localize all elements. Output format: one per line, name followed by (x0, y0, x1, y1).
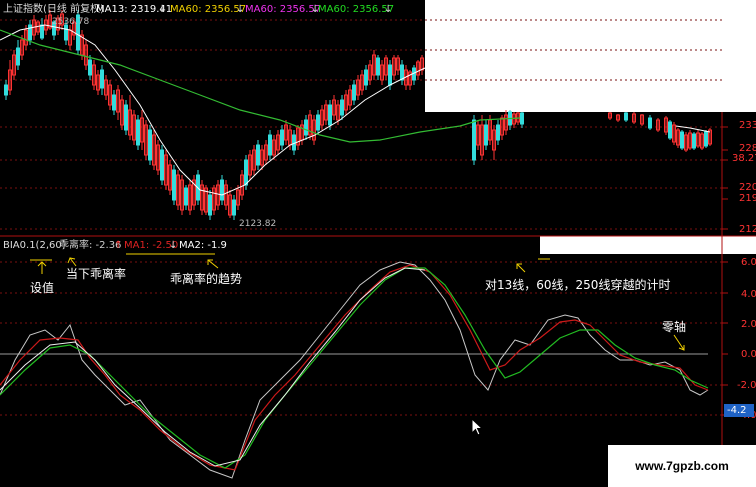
candle-body (256, 144, 260, 166)
ma13-line-right (675, 125, 711, 133)
bias-axis-label-3: 2.0 (741, 319, 756, 330)
annotation-arrow-icon (516, 263, 526, 273)
candle-body (4, 84, 8, 96)
candle-body (668, 121, 672, 139)
ma60-arrow-yellow: ↓ (236, 4, 245, 15)
bias-value-label: 乖离率: -2.36 (59, 240, 122, 251)
candle-body (624, 112, 628, 121)
annotation-bias-trend: 乖离率的趋势 (170, 272, 243, 286)
candle-body (496, 124, 500, 141)
candle-body (124, 104, 128, 131)
candle-body (388, 64, 392, 86)
annotation-arrow-icon (673, 334, 685, 351)
ma60-label-green: MA60: 2356.57 (318, 4, 395, 15)
annotation-current-bias: 当下乖离率 (66, 267, 127, 281)
candle-body (472, 119, 476, 161)
candle-body (148, 129, 152, 161)
candle-body (376, 57, 380, 76)
candle-body (704, 131, 708, 147)
candle-body (316, 114, 320, 131)
annotation-cross-timer: 对13线，60线，250线穿越的计时 (485, 278, 671, 292)
candle-body (692, 133, 696, 149)
bias-indicator-label: BIA0.1(2,60) (3, 240, 66, 251)
annotation-arrow-icon (207, 259, 219, 269)
candle-body (40, 24, 44, 39)
candle-body (16, 47, 20, 66)
bias-axis-label-4: 0.0 (741, 349, 756, 360)
candle-body (220, 179, 224, 201)
bias-value-arrow: ↑ (114, 240, 123, 251)
ma-white-line (0, 267, 426, 467)
ma2-line (0, 267, 709, 469)
current-bias-badge: -4.2 (724, 404, 754, 417)
bias-axis-label-2: 4.0 (741, 289, 756, 300)
price-axis-label-5: 219 (739, 193, 756, 204)
candle-body (680, 131, 684, 149)
candle-body (520, 112, 524, 125)
annotation-setting: 设值 (30, 281, 55, 295)
mouse-pointer-icon (471, 418, 483, 436)
candle-body (400, 64, 404, 81)
candle-body (648, 117, 652, 129)
candle-body (268, 134, 272, 156)
bias-line (0, 261, 709, 479)
candle-body (280, 129, 284, 146)
candle-body (232, 199, 236, 216)
ma13-arrow: ↓ (158, 4, 167, 15)
candle-body (136, 119, 140, 146)
candle-body (184, 187, 188, 206)
candle-body (172, 169, 176, 201)
ma2-label: MA2: -1.9 (179, 240, 227, 251)
candle-body (364, 69, 368, 86)
ma1-line (0, 264, 709, 471)
candle-body (328, 104, 332, 126)
ma60-label-yellow: MA60: 2356.57 (170, 4, 247, 15)
bias-axis-label-5: -2.0 (737, 380, 756, 391)
annotation-zero-axis: 零轴 (662, 320, 687, 334)
candle-body (484, 124, 488, 146)
candle-body (160, 149, 164, 181)
ma60-label-magenta: MA60: 2356.57 (245, 4, 322, 15)
price-axis-label-3: 38.27 (732, 153, 756, 164)
candle-body (304, 119, 308, 136)
candle-body (88, 59, 92, 76)
watermark-text: www.7gpzb.com (608, 445, 756, 487)
candle-body (112, 94, 116, 111)
price-axis-label-4: 220 (739, 182, 756, 193)
annotation-arrow-icon (37, 261, 47, 274)
price-axis-label-1: 233 (739, 120, 756, 131)
candle-body (352, 84, 356, 101)
price-low-label: 2123.82 (239, 219, 277, 229)
bias-axis-label-1: 6.0 (741, 257, 756, 268)
candle-body (244, 159, 248, 186)
candle-body (28, 24, 32, 41)
candle-body (64, 24, 68, 41)
price-axis-label-6: 212 (739, 224, 756, 235)
candle-body (100, 69, 104, 89)
ma1-arrow: ↓ (169, 240, 178, 251)
candle-body (340, 99, 344, 116)
candle-body (208, 194, 212, 216)
price-high-label: 2536.78 (52, 17, 90, 27)
ma60-arrow-green: ↓ (384, 4, 393, 15)
index-title: 上证指数(日线 前复权) (3, 4, 104, 15)
